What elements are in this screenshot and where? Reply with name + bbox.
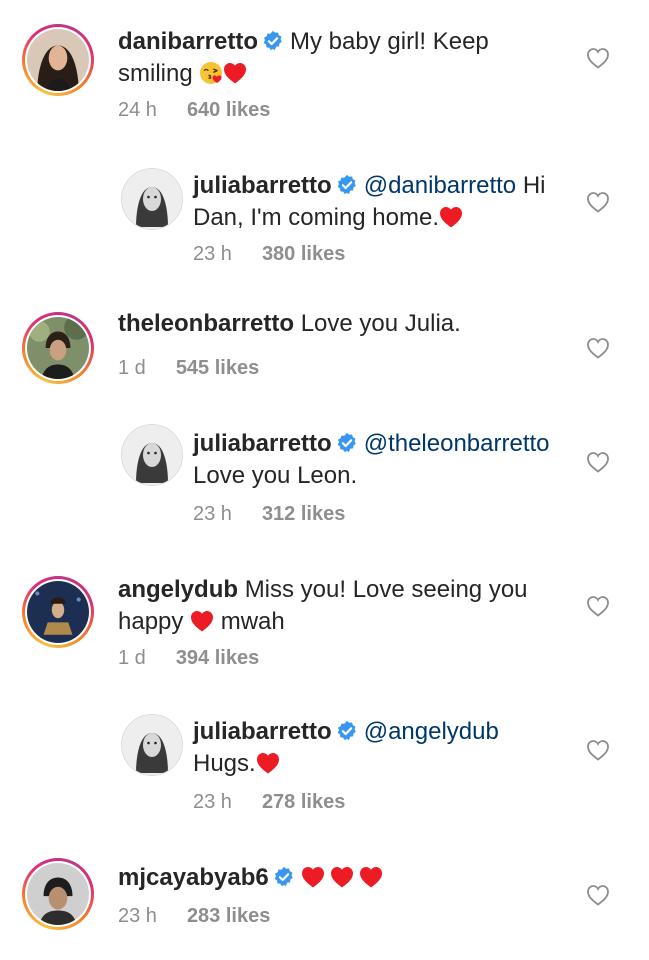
heart-outline-icon[interactable] <box>586 739 610 761</box>
verified-badge-icon <box>262 30 284 52</box>
verified-badge-icon <box>336 174 358 196</box>
avatar[interactable] <box>121 424 183 486</box>
username[interactable]: juliabarretto <box>193 430 332 457</box>
comment-meta: 1 d 545 likes <box>118 356 259 380</box>
comment-danibarretto: danibarretto My baby girl! Keep smiling 2… <box>0 0 649 140</box>
likes-count[interactable]: 283 likes <box>187 905 270 927</box>
avatar-image <box>27 581 89 643</box>
red-heart-emoji <box>330 866 354 888</box>
likes-count[interactable]: 380 likes <box>262 243 345 265</box>
reply-juliabarretto: juliabarretto @theleonbarretto Love you L… <box>0 410 649 550</box>
comment-body: juliabarretto @danibarretto Hi Dan, I'm c… <box>193 170 573 234</box>
comment-text-line2: smiling <box>118 60 193 87</box>
timestamp: 1 d <box>118 357 146 379</box>
avatar[interactable] <box>121 168 183 230</box>
username[interactable]: danibarretto <box>118 28 258 55</box>
comment-body: theleonbarretto Love you Julia. <box>118 308 558 340</box>
timestamp: 23 h <box>193 243 232 265</box>
comment-text: My baby girl! Keep <box>290 28 489 55</box>
comment-meta: 23 h 312 likes <box>193 502 345 526</box>
comment-body: juliabarretto @angelydub Hugs. <box>193 716 573 780</box>
comment-mjcayabyab6: mjcayabyab6 23 h 283 likes <box>0 840 649 960</box>
likes-count[interactable]: 394 likes <box>176 647 259 669</box>
comment-text-line2: Love you Leon. <box>193 462 358 489</box>
likes-count[interactable]: 640 likes <box>187 99 270 121</box>
timestamp: 24 h <box>118 99 157 121</box>
avatar-image <box>122 715 182 775</box>
face-blowing-kiss-emoji <box>199 61 223 85</box>
comment-body: juliabarretto @theleonbarretto Love you L… <box>193 428 583 492</box>
reply-juliabarretto: juliabarretto @angelydub Hugs. 23 h 278 li… <box>0 700 649 840</box>
avatar[interactable] <box>22 576 94 648</box>
timestamp: 23 h <box>118 905 157 927</box>
heart-outline-icon[interactable] <box>586 451 610 473</box>
timestamp: 1 d <box>118 647 146 669</box>
username[interactable]: theleonbarretto <box>118 310 294 337</box>
comment-meta: 24 h 640 likes <box>118 98 270 122</box>
comment-text-line2: Hugs. <box>193 750 256 777</box>
username[interactable]: angelydub <box>118 576 238 603</box>
avatar-image <box>122 425 182 485</box>
red-heart-emoji <box>359 866 383 888</box>
heart-outline-icon[interactable] <box>586 884 610 906</box>
comment-text-line2: Dan, I'm coming home. <box>193 204 440 231</box>
avatar[interactable] <box>22 858 94 930</box>
avatar[interactable] <box>121 714 183 776</box>
avatar-image <box>27 317 89 379</box>
red-heart-emoji <box>190 610 214 632</box>
comment-text: Hi <box>522 172 546 199</box>
red-heart-emoji <box>301 866 325 888</box>
comment-theleonbarretto: theleonbarretto Love you Julia. 1 d 545 l… <box>0 290 649 410</box>
comment-body: mjcayabyab6 <box>118 862 558 894</box>
username[interactable]: juliabarretto <box>193 172 332 199</box>
comment-text: Love you Julia. <box>300 310 461 337</box>
likes-count[interactable]: 312 likes <box>262 503 345 525</box>
red-heart-emoji <box>256 752 280 774</box>
timestamp: 23 h <box>193 791 232 813</box>
username[interactable]: mjcayabyab6 <box>118 864 269 891</box>
comment-text-line2-end: mwah <box>220 608 285 635</box>
red-heart-emoji <box>223 62 247 84</box>
likes-count[interactable]: 545 likes <box>176 357 259 379</box>
timestamp: 23 h <box>193 503 232 525</box>
comment-body: angelydub Miss you! Love seeing you happ… <box>118 574 568 638</box>
comment-meta: 23 h 380 likes <box>193 242 345 266</box>
heart-outline-icon[interactable] <box>586 595 610 617</box>
mention-link[interactable]: @theleonbarretto <box>364 430 550 457</box>
comment-text-line2: happy <box>118 608 184 635</box>
mention-link[interactable]: @angelydub <box>364 718 499 745</box>
red-heart-emoji <box>439 206 463 228</box>
avatar-image <box>27 863 89 925</box>
heart-outline-icon[interactable] <box>586 191 610 213</box>
mention-link[interactable]: @danibarretto <box>364 172 516 199</box>
comment-body: danibarretto My baby girl! Keep smiling <box>118 26 558 90</box>
avatar-image <box>27 29 89 91</box>
comment-text: Miss you! Love seeing you <box>244 576 528 603</box>
heart-outline-icon[interactable] <box>586 47 610 69</box>
comment-angelydub: angelydub Miss you! Love seeing you happ… <box>0 550 649 700</box>
avatar[interactable] <box>22 312 94 384</box>
likes-count[interactable]: 278 likes <box>262 791 345 813</box>
verified-badge-icon <box>336 432 358 454</box>
username[interactable]: juliabarretto <box>193 718 332 745</box>
avatar[interactable] <box>22 24 94 96</box>
comment-meta: 23 h 278 likes <box>193 790 345 814</box>
comment-meta: 1 d 394 likes <box>118 646 259 670</box>
verified-badge-icon <box>273 866 295 888</box>
reply-juliabarretto: juliabarretto @danibarretto Hi Dan, I'm c… <box>0 140 649 290</box>
heart-outline-icon[interactable] <box>586 337 610 359</box>
comment-meta: 23 h 283 likes <box>118 904 270 928</box>
avatar-image <box>122 169 182 229</box>
verified-badge-icon <box>336 720 358 742</box>
